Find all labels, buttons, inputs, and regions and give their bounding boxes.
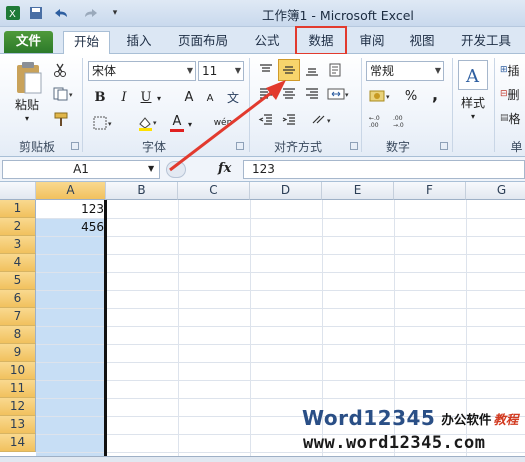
watermark-banner: Word12345 办公软件 教程 [302,405,518,431]
watermark-slogan-accent: 教程 [493,411,519,427]
watermark-slogan: 办公软件 [441,411,492,427]
annotation-arrow [169,80,286,172]
watermark-url: www.word12345.com [303,433,486,453]
watermark-logo: Word12345 [302,406,436,430]
